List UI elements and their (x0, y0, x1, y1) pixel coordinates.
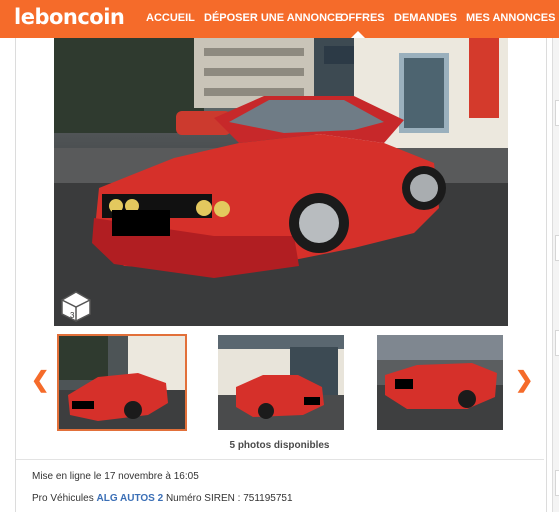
sidebar-tab[interactable] (555, 470, 559, 496)
nav-item-deposer-une-annonce[interactable]: DÉPOSER UNE ANNONCE (204, 12, 342, 24)
chevron-right-icon[interactable]: ❯ (515, 369, 533, 391)
3d-cube-icon[interactable]: 3 (60, 290, 92, 322)
nav-item-mes-annonces[interactable]: MES ANNONCES (466, 12, 555, 24)
nav-item-offres[interactable]: OFFRES (340, 12, 385, 24)
car-thumbnail-icon (58, 335, 186, 430)
car-photo-icon (54, 38, 508, 326)
car-thumbnail-icon (218, 335, 344, 430)
photo-thumbnail[interactable] (218, 335, 344, 430)
nav-item-demandes[interactable]: DEMANDES (394, 12, 457, 24)
nav-item-accueil[interactable]: ACCUEIL (146, 12, 195, 24)
sidebar-tab[interactable] (555, 100, 559, 126)
photos-count-label: 5 photos disponibles (229, 440, 330, 451)
seller-name-link[interactable]: ALG AUTOS 2 (96, 493, 163, 504)
car-thumbnail-icon (377, 335, 503, 430)
sidebar-tab[interactable] (555, 330, 559, 356)
chevron-left-icon[interactable]: ❮ (31, 369, 49, 391)
svg-text:3: 3 (70, 311, 75, 320)
photo-thumbnail[interactable] (57, 334, 187, 431)
sidebar-tab[interactable] (555, 235, 559, 261)
active-nav-caret-icon (351, 31, 365, 38)
pro-category-label: Pro Véhicules (32, 493, 94, 504)
seller-info-line: Pro Véhicules ALG AUTOS 2 Numéro SIREN :… (32, 493, 293, 504)
section-divider (16, 459, 544, 460)
photo-thumbnail[interactable] (377, 335, 503, 430)
leboncoin-logo[interactable]: leboncoin (14, 5, 125, 29)
main-photo[interactable] (54, 38, 508, 326)
siren-number-label: Numéro SIREN : 751195751 (165, 493, 293, 504)
top-navigation-bar: leboncoin ACCUEIL DÉPOSER UNE ANNONCE OF… (0, 0, 559, 38)
posted-date-label: Mise en ligne le 17 novembre à 16:05 (32, 471, 199, 482)
